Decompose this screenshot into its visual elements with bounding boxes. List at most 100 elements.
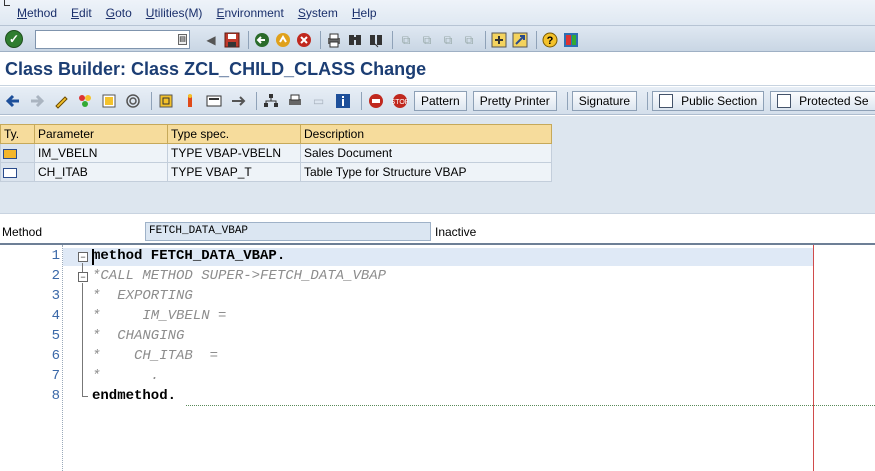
- back-arrow-icon[interactable]: [3, 92, 22, 111]
- method-name-field[interactable]: FETCH_DATA_VBAP: [145, 222, 431, 241]
- command-field[interactable]: ▤: [35, 30, 190, 49]
- code-editor[interactable]: 1 2 3 4 5 6 7 8 − − method FETCH_DATA_VB…: [0, 243, 875, 471]
- navigation-icon[interactable]: [228, 92, 247, 111]
- save-icon[interactable]: [223, 31, 241, 49]
- method-line: Method FETCH_DATA_VBAP Inactive: [0, 213, 875, 243]
- code-line[interactable]: * IM_VBELN =: [92, 308, 226, 324]
- printer-icon[interactable]: [285, 92, 304, 111]
- first-page-icon[interactable]: ⧉: [397, 31, 415, 49]
- collapse-icon[interactable]: −: [78, 272, 88, 282]
- code-line[interactable]: endmethod.: [92, 388, 176, 404]
- column-header-parameter[interactable]: Parameter: [34, 124, 168, 144]
- column-header-type[interactable]: Ty.: [0, 124, 35, 144]
- fold-end: [82, 396, 88, 397]
- column-header-type-spec[interactable]: Type spec.: [167, 124, 301, 144]
- parameter-name[interactable]: CH_ITAB: [34, 162, 168, 182]
- column-header-description[interactable]: Description: [300, 124, 552, 144]
- layout-menu-icon[interactable]: [562, 31, 580, 49]
- split-screen-icon[interactable]: ▭: [309, 92, 328, 111]
- application-toolbar-items: ▭ STOP Pattern Pretty Printer Signature …: [3, 91, 875, 111]
- new-session-icon[interactable]: [490, 31, 508, 49]
- table-row[interactable]: CH_ITAB TYPE VBAP_T Table Type for Struc…: [0, 162, 552, 182]
- menu-method[interactable]: Method: [17, 6, 57, 20]
- protected-section-label: Protected Se: [799, 94, 869, 108]
- menu-environment[interactable]: Environment: [216, 6, 283, 20]
- test-icon[interactable]: [123, 92, 142, 111]
- menu-edit[interactable]: Edit: [71, 6, 92, 20]
- menu-help[interactable]: Help: [352, 6, 377, 20]
- session-breakpoint-icon[interactable]: STOP: [390, 92, 409, 111]
- code-line[interactable]: * CH_ITAB =: [92, 348, 218, 364]
- section-icon: [659, 94, 674, 108]
- find-next-icon[interactable]: [367, 31, 385, 49]
- line-number: 3: [51, 288, 60, 304]
- importing-icon[interactable]: [0, 143, 35, 163]
- window-corner-icon: [4, 0, 10, 6]
- menu-utilities[interactable]: Utilities(M): [146, 6, 203, 20]
- check-syntax-icon[interactable]: [75, 92, 94, 111]
- parameter-type[interactable]: TYPE VBAP_T: [167, 162, 301, 182]
- public-section-button[interactable]: Public Section: [652, 91, 765, 111]
- menu-system[interactable]: System: [298, 6, 338, 20]
- fold-line: [82, 283, 83, 397]
- separator: [647, 92, 649, 110]
- breakpoint-icon[interactable]: [366, 92, 385, 111]
- line-number: 7: [51, 368, 60, 384]
- code-line[interactable]: * CHANGING: [92, 328, 184, 344]
- pattern-button[interactable]: Pattern: [414, 91, 467, 111]
- shortcut-icon[interactable]: [511, 31, 529, 49]
- command-input[interactable]: [36, 31, 176, 48]
- separator: [320, 31, 321, 49]
- help-icon[interactable]: ?: [541, 31, 559, 49]
- parameter-description[interactable]: Sales Document: [300, 143, 552, 163]
- protected-section-button[interactable]: Protected Se: [770, 91, 875, 111]
- display-change-icon[interactable]: [51, 92, 70, 111]
- separator: [566, 92, 568, 110]
- check-icon[interactable]: ✓: [5, 30, 23, 48]
- parameter-name[interactable]: IM_VBELN: [34, 143, 168, 163]
- collapse-left-icon[interactable]: ◀: [202, 31, 220, 49]
- activate-icon[interactable]: [99, 92, 118, 111]
- find-icon[interactable]: [346, 31, 364, 49]
- separator: [256, 92, 257, 110]
- parameter-area: Ty. Parameter Type spec. Description IM_…: [0, 116, 875, 213]
- print-icon[interactable]: [325, 31, 343, 49]
- previous-page-icon[interactable]: ⧉: [418, 31, 436, 49]
- last-page-icon[interactable]: ⧉: [460, 31, 478, 49]
- menu-bar: Method Edit Goto Utilities(M) Environmen…: [0, 0, 875, 26]
- menu-goto[interactable]: Goto: [106, 6, 132, 20]
- hierarchy-icon[interactable]: [261, 92, 280, 111]
- collapse-icon[interactable]: −: [78, 252, 88, 262]
- method-status: Inactive: [435, 225, 477, 239]
- gutter-divider: [62, 245, 63, 471]
- pretty-printer-button[interactable]: Pretty Printer: [472, 91, 557, 111]
- command-history-icon[interactable]: ▤: [178, 34, 187, 45]
- exit-icon[interactable]: [274, 31, 292, 49]
- navigation-window-icon[interactable]: [204, 92, 223, 111]
- separator: [151, 92, 152, 110]
- code-line[interactable]: *CALL METHOD SUPER->FETCH_DATA_VBAP: [92, 268, 386, 284]
- parameter-description[interactable]: Table Type for Structure VBAP: [300, 162, 552, 182]
- code-line[interactable]: * .: [92, 368, 159, 384]
- cancel-icon[interactable]: [295, 31, 313, 49]
- separator: [248, 31, 249, 49]
- signature-button[interactable]: Signature: [571, 91, 638, 111]
- line-number: 6: [51, 348, 60, 364]
- back-icon[interactable]: [253, 31, 271, 49]
- parameter-table: Ty. Parameter Type spec. Description IM_…: [0, 124, 552, 182]
- line-number: 1: [51, 248, 60, 264]
- parameter-type[interactable]: TYPE VBAP-VBELN: [167, 143, 301, 163]
- table-row[interactable]: IM_VBELN TYPE VBAP-VBELN Sales Document: [0, 143, 552, 163]
- info-icon[interactable]: [333, 92, 352, 111]
- line-number: 4: [51, 308, 60, 324]
- where-used-icon[interactable]: [156, 92, 175, 111]
- code-line[interactable]: * EXPORTING: [92, 288, 193, 304]
- menu-items: Method Edit Goto Utilities(M) Environmen…: [17, 6, 391, 20]
- forward-arrow-icon[interactable]: [27, 92, 46, 111]
- code-line[interactable]: method FETCH_DATA_VBAP.: [92, 248, 285, 264]
- object-list-icon[interactable]: [180, 92, 199, 111]
- next-page-icon[interactable]: ⧉: [439, 31, 457, 49]
- changing-icon[interactable]: [0, 162, 35, 182]
- svg-text:STOP: STOP: [392, 99, 408, 106]
- title-bar: Class Builder: Class ZCL_CHILD_CLASS Cha…: [0, 53, 875, 86]
